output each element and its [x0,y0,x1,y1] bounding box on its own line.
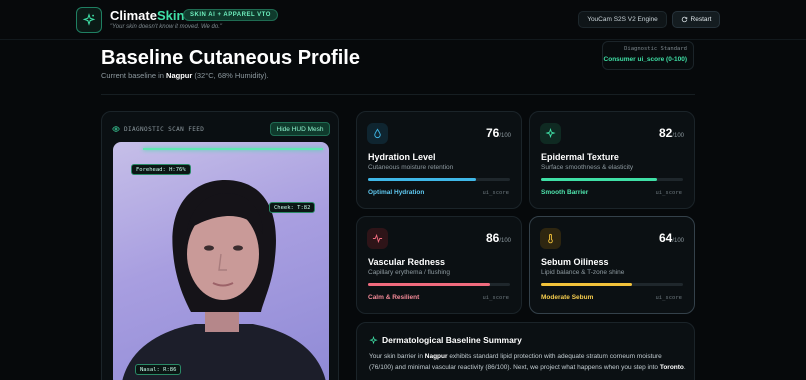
summary-title-text: Dermatological Baseline Summary [382,335,522,345]
summary-text: Your skin barrier in Nagpur exhibits sta… [369,351,687,373]
texture-status: Smooth Barrier [541,189,589,196]
summary-city: Nagpur [424,353,448,360]
card-texture[interactable]: 82/100 Epidermal Texture Surface smoothn… [529,111,695,209]
texture-bar [541,178,683,181]
hydration-bar [368,178,510,181]
portrait-illustration [122,180,326,380]
redness-score-suffix: /100 [499,238,511,244]
sebum-score-suffix: /100 [672,238,684,244]
redness-bar [368,283,510,286]
card-redness[interactable]: 86/100 Vascular Redness Capillary erythe… [356,216,522,314]
hydration-status: Optimal Hydration [368,189,425,196]
scan-title: DIAGNOSTIC SCAN FEED [124,125,205,133]
logo [76,7,102,33]
hydration-bar-fill [368,178,476,181]
page-subtitle: Current baseline in Nagpur (32°C, 68% Hu… [101,71,269,80]
sparkle-icon [540,123,561,144]
summary-destination: Toronto [659,364,684,371]
hydration-score-value: 76 [485,126,500,140]
tagline: "Your skin doesn't know it moved. We do.… [110,24,223,30]
summary-part-3: . [683,364,686,371]
baseline-summary: Dermatological Baseline Summary Your ski… [356,322,695,380]
brand-prefix: Climate [110,8,157,23]
redness-title: Vascular Redness [368,257,446,267]
hydration-score-suffix: /100 [499,133,511,139]
subtitle-pre: Current baseline in [101,71,167,80]
texture-title: Epidermal Texture [541,152,619,162]
redness-score: 86/100 [486,231,511,245]
hud-tag-forehead: Forehead: H:76% [131,164,191,175]
texture-desc: Surface smoothness & elasticity [541,164,634,171]
scan-header: DIAGNOSTIC SCAN FEED [112,125,204,133]
sparkle-icon [82,13,96,26]
redness-score-value: 86 [485,231,500,245]
sparkle-icon [369,335,378,344]
diagnostic-standard: Diagnostic Standard Consumer ui_score (0… [602,41,694,70]
scan-panel: DIAGNOSTIC SCAN FEED Hide HUD Mesh Foreh… [101,111,339,380]
hide-hud-button[interactable]: Hide HUD Mesh [270,122,330,136]
redness-status: Calm & Resilient [368,294,420,301]
diag-value: Consumer ui_score (0-100) [603,56,687,63]
diag-label: Diagnostic Standard [624,46,687,52]
card-sebum[interactable]: 64/100 Sebum Oiliness Lipid balance & T-… [529,216,695,314]
texture-metric: ui_score [655,190,683,196]
texture-score-value: 82 [658,126,673,140]
subtitle-city: Nagpur [166,71,193,80]
brand-badge: SKIN AI + APPAREL VTO [183,9,278,21]
refresh-icon [681,16,687,23]
brand-suffix: Skin [156,8,185,23]
texture-score-suffix: /100 [672,133,684,139]
hydration-title: Hydration Level [368,152,436,162]
subtitle-post: (32°C, 68% Humidity). [192,71,269,80]
page-title: Baseline Cutaneous Profile [101,47,360,69]
hud-tag-cheek: Cheek: T:82 [269,202,316,213]
texture-bar-fill [541,178,658,181]
eye-icon [112,126,120,132]
texture-score: 82/100 [659,126,684,140]
restart-button[interactable]: Restart [672,11,720,28]
sebum-title: Sebum Oiliness [541,257,609,267]
pulse-icon [367,228,388,249]
droplet-icon [367,123,388,144]
sebum-bar [541,283,683,286]
brand-name: ClimateSkin [110,8,184,23]
scan-line [143,148,323,150]
top-bar: ClimateSkin SKIN AI + APPAREL VTO "Your … [0,0,806,40]
sebum-score: 64/100 [659,231,684,245]
sebum-metric: ui_score [655,295,683,301]
thermometer-icon [540,228,561,249]
card-hydration[interactable]: 76/100 Hydration Level Cutaneous moistur… [356,111,522,209]
redness-bar-fill [368,283,491,286]
sebum-desc: Lipid balance & T-zone shine [541,269,625,276]
sebum-bar-fill [541,283,632,286]
hydration-score: 76/100 [486,126,511,140]
restart-label: Restart [690,16,712,23]
redness-desc: Capillary erythema / flushing [368,269,451,276]
hydration-desc: Cutaneous moisture retention [368,164,454,171]
engine-selector[interactable]: YouCam S2S V2 Engine [578,11,667,28]
hydration-metric: ui_score [482,190,510,196]
sebum-score-value: 64 [658,231,673,245]
face-scan-image: Forehead: H:76% Cheek: T:82 Nasal: R:86 [113,142,329,380]
hud-tag-nasal: Nasal: R:86 [135,364,182,375]
divider [101,94,695,95]
sebum-status: Moderate Sebum [541,294,594,301]
summary-part-1: Your skin barrier in [369,353,425,360]
redness-metric: ui_score [482,295,510,301]
summary-title: Dermatological Baseline Summary [369,335,522,345]
